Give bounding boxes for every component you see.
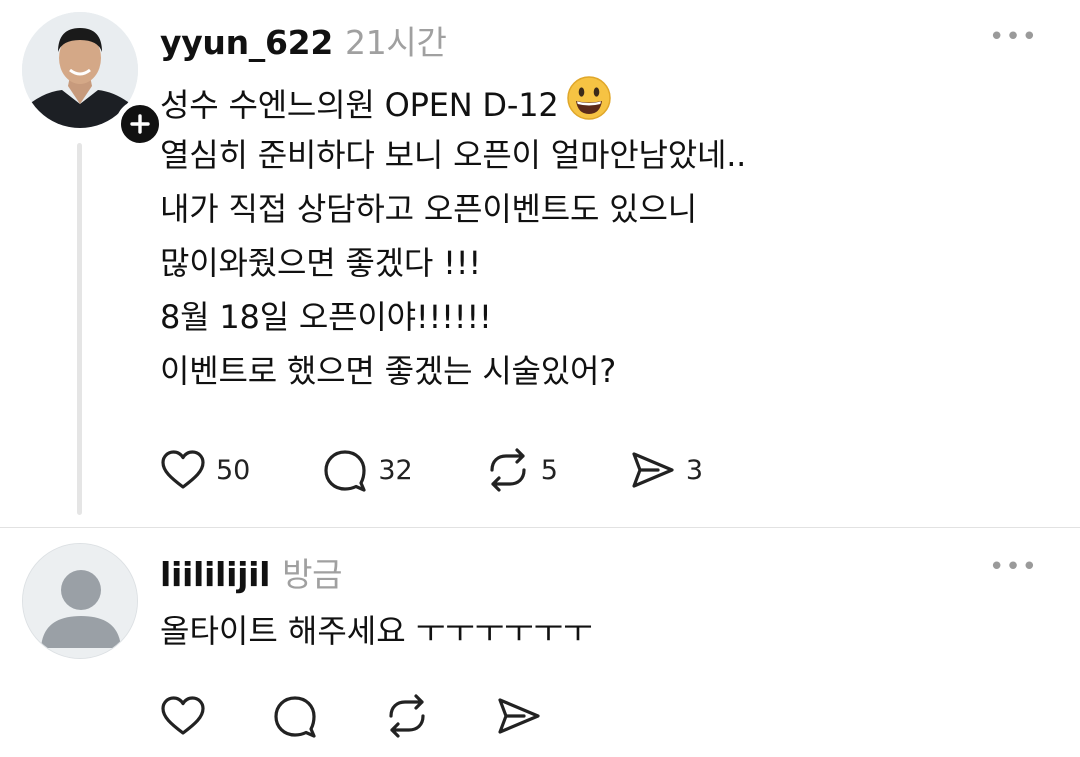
follow-button[interactable]: [116, 100, 164, 148]
more-options-button[interactable]: •••: [989, 22, 1038, 52]
comment-count: 32: [378, 454, 413, 486]
comment-bubble-icon: [274, 696, 316, 738]
plus-icon: [130, 114, 150, 134]
more-options-button[interactable]: •••: [989, 552, 1038, 582]
repost-icon: [389, 694, 425, 738]
thread-post: yyun_622 21시간 ••• 성수 수엔느의원 OPEN D-12 열심히 …: [0, 0, 1080, 527]
author-username[interactable]: yyun_622: [160, 23, 333, 62]
avatar[interactable]: [22, 543, 138, 659]
default-avatar-icon: [23, 544, 137, 658]
comment-button[interactable]: 32: [322, 448, 413, 492]
like-button[interactable]: [160, 695, 206, 737]
reply-header: liililijil 방금: [160, 548, 343, 596]
heart-icon: [161, 696, 205, 735]
share-count: 3: [685, 454, 704, 486]
reply-post: liililijil 방금 ••• 올타이트 해주세요 ㅜㅜㅜㅜㅜㅜ: [0, 528, 1080, 757]
reply-text: 올타이트 해주세요 ㅜㅜㅜㅜㅜㅜ: [160, 612, 593, 650]
post-line: 열심히 준비하다 보니 오픈이 얼마안남았네..: [160, 136, 747, 174]
post-line: 이벤트로 했으면 좋겠는 시술있어?: [160, 352, 617, 390]
post-actions: 50 32 5 3: [160, 448, 775, 492]
thread-line: [77, 143, 82, 515]
post-line: 많이와줬으면 좋겠다 !!!: [160, 244, 481, 282]
like-button[interactable]: 50: [160, 449, 250, 491]
post-line-text: 성수 수엔느의원 OPEN D-12: [160, 86, 559, 124]
reply-time: 방금: [282, 555, 343, 594]
author-avatar-wrap[interactable]: [22, 12, 164, 148]
post-line: 성수 수엔느의원 OPEN D-12: [160, 74, 1040, 128]
post-header: yyun_622 21시간: [160, 16, 447, 64]
send-icon: [632, 452, 674, 488]
post-time: 21시간: [345, 23, 447, 62]
repost-button[interactable]: [384, 694, 430, 738]
comment-bubble-icon: [324, 450, 366, 492]
repost-button[interactable]: 5: [485, 448, 558, 492]
send-icon: [498, 698, 540, 734]
post-line: 8월 18일 오픈이야!!!!!!: [160, 298, 492, 336]
heart-icon: [161, 450, 205, 489]
repost-count: 5: [540, 454, 558, 486]
post-line: 내가 직접 상담하고 오픈이벤트도 있으니: [160, 190, 697, 228]
repost-icon: [490, 448, 526, 492]
reply-actions: [160, 694, 614, 738]
comment-button[interactable]: [272, 694, 318, 738]
like-count: 50: [216, 454, 251, 486]
reply-username[interactable]: liililijil: [160, 555, 270, 594]
share-button[interactable]: [496, 695, 542, 737]
post-body: 성수 수엔느의원 OPEN D-12 열심히 준비하다 보니 오픈이 얼마안남았…: [160, 74, 1040, 398]
share-button[interactable]: 3: [630, 449, 703, 491]
